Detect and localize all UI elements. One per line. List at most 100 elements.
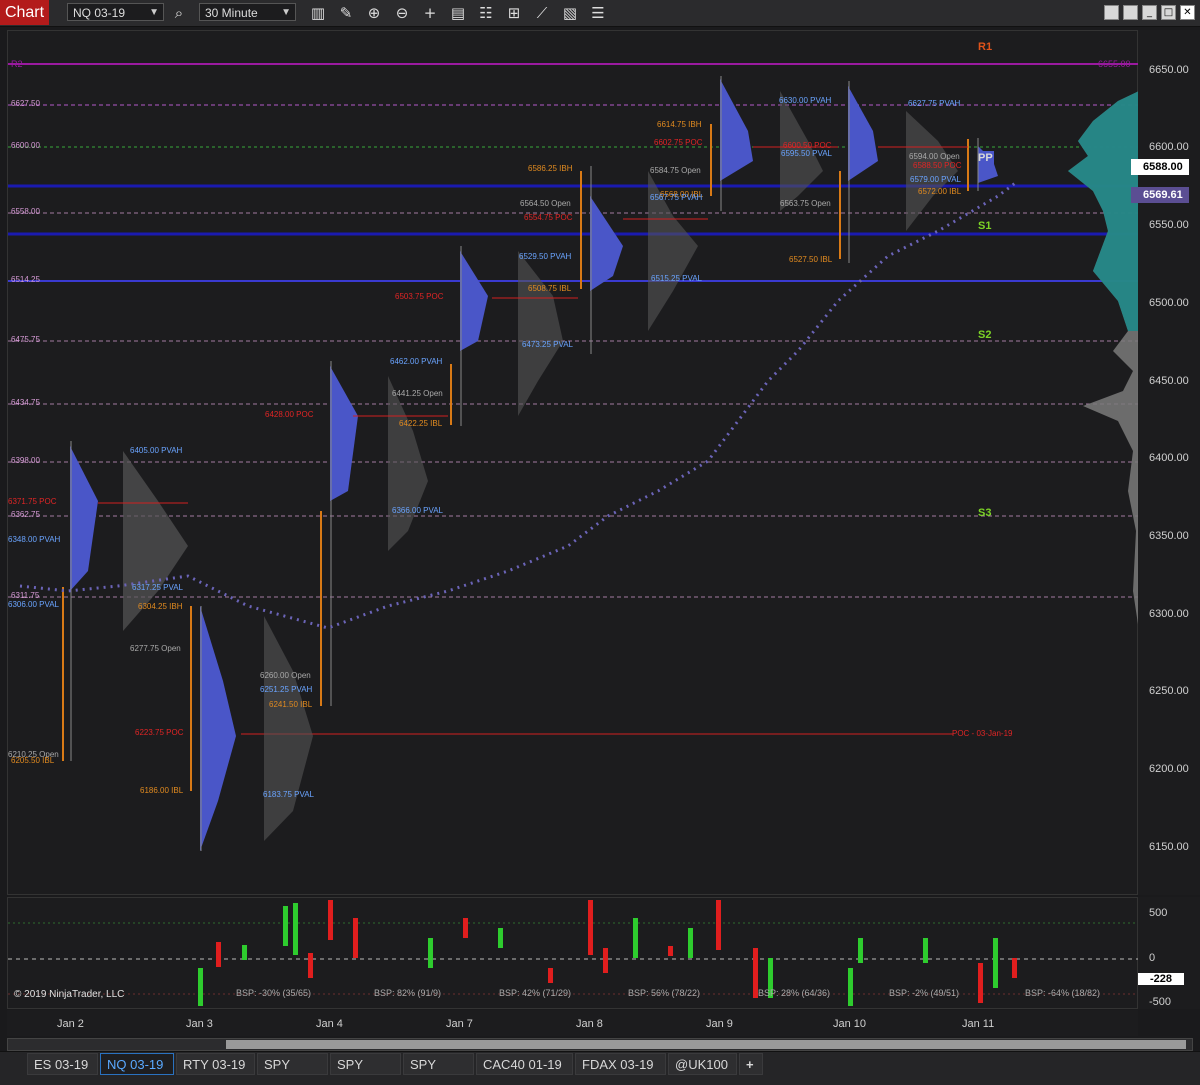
- chart-trader-icon[interactable]: ▧: [560, 3, 580, 23]
- price-tick: 6600.00: [1149, 141, 1189, 153]
- add-tab-button[interactable]: +: [739, 1053, 763, 1075]
- bsp-label: BSP: 42% (71/29): [499, 988, 572, 998]
- tab-spy-1[interactable]: SPY: [257, 1053, 328, 1075]
- price-tick: 6350.00: [1149, 530, 1189, 542]
- ibl-label: 6508.75 IBL: [528, 284, 572, 293]
- open-label: 6584.75 Open: [650, 166, 701, 175]
- tab-cac40[interactable]: CAC40 01-19: [476, 1053, 573, 1075]
- delta-tick: 0: [1149, 952, 1156, 964]
- pval-label: 6366.00 PVAL: [392, 506, 444, 515]
- close-button[interactable]: ✕: [1180, 5, 1195, 20]
- chart-scrollbar[interactable]: [7, 1038, 1193, 1051]
- price-tick: 6250.00: [1149, 685, 1189, 697]
- tab-rty[interactable]: RTY 03-19: [176, 1053, 255, 1075]
- pval-label: 6183.75 PVAL: [263, 790, 315, 799]
- bar-type-icon[interactable]: ▥: [308, 3, 328, 23]
- pval-label: 6317.25 PVAL: [132, 583, 184, 592]
- zoom-out-icon[interactable]: ⊖: [392, 3, 412, 23]
- interval-value: 30 Minute: [205, 6, 258, 20]
- pval-label: 6579.00 PVAL: [910, 175, 962, 184]
- panel-icon[interactable]: [1104, 5, 1119, 20]
- maximize-button[interactable]: □: [1161, 5, 1176, 20]
- poc-label: 6602.75 POC: [654, 138, 703, 147]
- pvah-label: 6462.00 PVAH: [390, 357, 443, 366]
- tab-bar: ES 03-19 NQ 03-19 RTY 03-19 SPY SPY SPY …: [0, 1051, 1200, 1085]
- tab-spy-3[interactable]: SPY: [403, 1053, 474, 1075]
- copyright-label: © 2019 NinjaTrader, LLC: [14, 989, 125, 1000]
- ibl-label: 6241.50 IBL: [269, 700, 313, 709]
- level-lines: [8, 63, 1139, 735]
- price-tick: 6300.00: [1149, 608, 1189, 620]
- pval-label: 6473.25 PVAL: [522, 340, 574, 349]
- poc-label: 6371.75 POC: [8, 497, 57, 506]
- pval-label: 6515.25 PVAL: [651, 274, 703, 283]
- zoom-in-icon[interactable]: ⊕: [364, 3, 384, 23]
- time-axis[interactable]: Jan 2 Jan 3 Jan 4 Jan 7 Jan 8 Jan 9 Jan …: [7, 1010, 1138, 1036]
- pivot-r2-label: R2: [11, 59, 23, 69]
- level-label: 6398.00: [11, 456, 40, 465]
- time-label: Jan 4: [316, 1018, 343, 1030]
- data-box-icon[interactable]: ▤: [448, 3, 468, 23]
- delta-tick: -500: [1149, 996, 1172, 1008]
- instrument-selector[interactable]: NQ 03-19 ▼: [67, 3, 164, 21]
- open-label: 6563.75 Open: [780, 199, 831, 208]
- open-label: 6441.25 Open: [392, 389, 443, 398]
- level-label: 6475.75: [11, 335, 40, 344]
- level-label: 6362.75: [11, 510, 40, 519]
- poc-label: 6554.75 POC: [524, 213, 573, 222]
- time-label: Jan 2: [57, 1018, 84, 1030]
- poc-label: 6428.00 POC: [265, 410, 314, 419]
- ibl-label: 6527.50 IBL: [789, 255, 833, 264]
- indicator-panel[interactable]: © 2019 NinjaTrader, LLC BSP: -30% (35/65…: [7, 897, 1139, 1009]
- panel-icon[interactable]: [1123, 5, 1138, 20]
- poc-ray-label: POC - 03-Jan-19: [952, 729, 1013, 738]
- minimize-button[interactable]: _: [1142, 5, 1157, 20]
- interval-selector[interactable]: 30 Minute ▼: [199, 3, 296, 21]
- strategies-icon[interactable]: ⊞: [504, 3, 524, 23]
- indicator-axis[interactable]: 500 0 -228 -500: [1138, 897, 1200, 1009]
- search-icon[interactable]: ⌕: [169, 3, 189, 23]
- time-label: Jan 10: [833, 1018, 867, 1030]
- pivot-s3-label: S3: [978, 507, 992, 519]
- crosshair-icon[interactable]: +: [420, 3, 440, 23]
- level-label: 6558.00: [11, 207, 40, 216]
- tab-es[interactable]: ES 03-19: [27, 1053, 98, 1075]
- price-tick: 6500.00: [1149, 297, 1189, 309]
- pivot-s2-label: S2: [978, 329, 992, 341]
- chevron-down-icon: ▼: [281, 7, 291, 18]
- initial-balance-bars: [62, 124, 969, 791]
- instrument-value: NQ 03-19: [73, 6, 126, 20]
- pivot-r1-label: R1: [978, 41, 993, 53]
- open-label: 6277.75 Open: [130, 644, 181, 653]
- tab-spy-2[interactable]: SPY: [330, 1053, 401, 1075]
- poc-label: 6223.75 POC: [135, 728, 184, 737]
- time-label: Jan 7: [446, 1018, 473, 1030]
- properties-icon[interactable]: ☷: [476, 3, 496, 23]
- bsp-label: BSP: -2% (49/51): [889, 988, 960, 998]
- scrollbar-thumb[interactable]: [226, 1040, 1186, 1049]
- indicators-icon[interactable]: ⟋: [532, 3, 552, 23]
- tab-fdax[interactable]: FDAX 03-19: [575, 1053, 666, 1075]
- pvah-label: 6251.25 PVAH: [260, 685, 313, 694]
- pivot-pp-label: PP: [978, 152, 993, 164]
- day-profiles: [70, 79, 998, 851]
- pvah-label: 6348.00 PVAH: [8, 535, 61, 544]
- time-label: Jan 11: [962, 1018, 995, 1030]
- price-panel[interactable]: 6627.50 6600.00 6558.00 6514.25 6475.75 …: [7, 30, 1139, 895]
- level-label: 6514.25: [11, 275, 40, 284]
- pvah-label: 6630.00 PVAH: [779, 96, 832, 105]
- price-tick: 6200.00: [1149, 763, 1189, 775]
- tab-uk100[interactable]: @UK100: [668, 1053, 737, 1075]
- chart-title: Chart: [0, 0, 49, 25]
- bsp-label: BSP: 56% (78/22): [628, 988, 701, 998]
- tab-nq[interactable]: NQ 03-19: [100, 1053, 174, 1075]
- session-value-area: [1068, 91, 1139, 331]
- time-label: Jan 8: [576, 1018, 603, 1030]
- pvah-label: 6529.50 PVAH: [519, 252, 572, 261]
- chart-toolbar: Chart NQ 03-19 ▼ ⌕ 30 Minute ▼ ▥ ✎ ⊕ ⊖ +…: [0, 0, 1200, 27]
- draw-tools-icon[interactable]: ✎: [336, 3, 356, 23]
- price-tick: 6450.00: [1149, 375, 1189, 387]
- pvah-label: 6405.00 PVAH: [130, 446, 183, 455]
- level-label: 6600.00: [11, 141, 40, 150]
- templates-icon[interactable]: ☰: [588, 3, 608, 23]
